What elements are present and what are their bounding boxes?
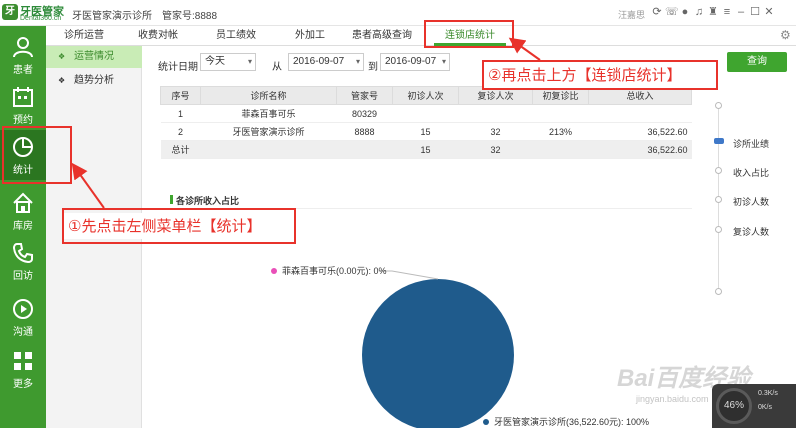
annotation-arrows [71, 37, 541, 209]
arrow-to-chain-tab [508, 37, 541, 61]
arrow-to-statistics [71, 162, 105, 209]
app-window: 牙 牙医管家 Dental360.cn 牙医管家演示诊所 管家号:8888 汪嘉… [0, 0, 796, 428]
